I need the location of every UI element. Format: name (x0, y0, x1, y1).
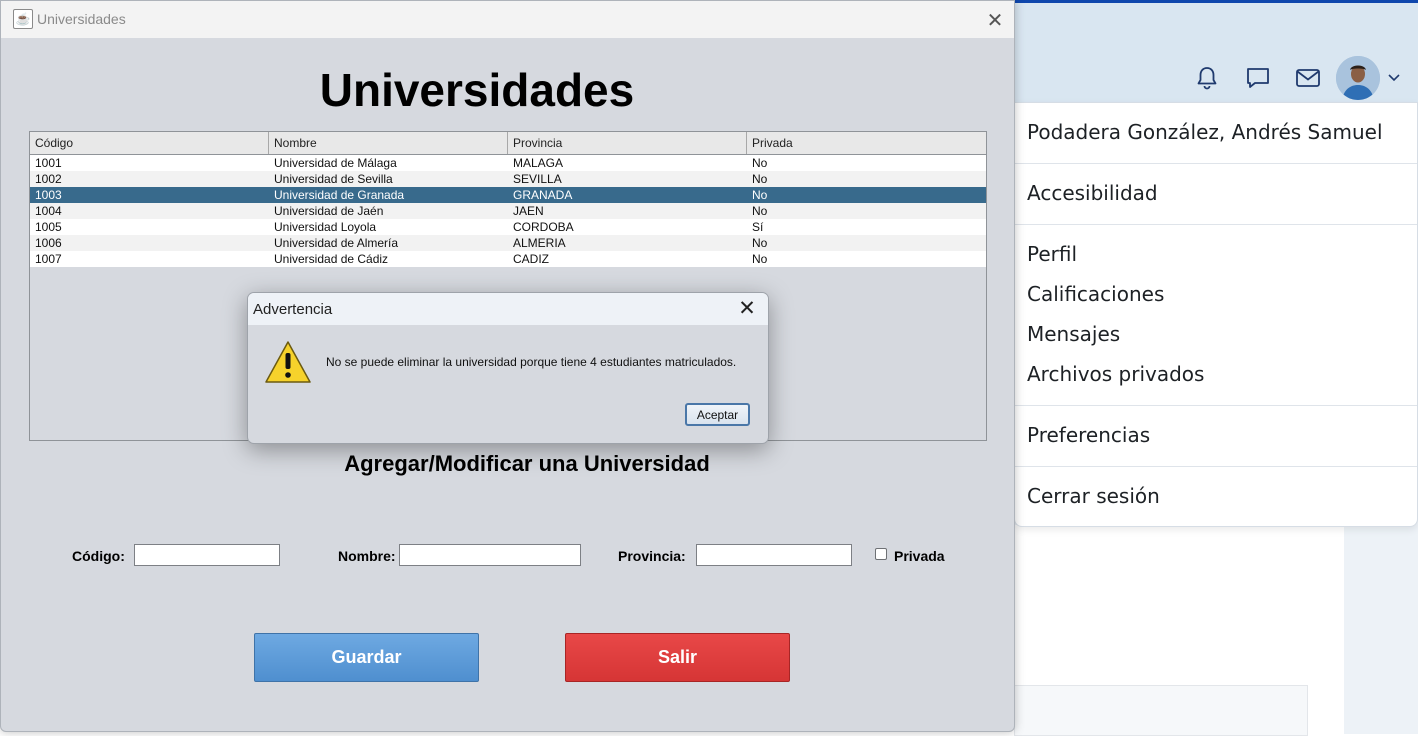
chat-icon[interactable] (1243, 63, 1273, 93)
warning-icon (264, 340, 312, 389)
cell-provincia: GRANADA (513, 188, 573, 202)
mail-icon[interactable] (1293, 63, 1323, 93)
cell-nombre: Universidad de Sevilla (274, 172, 393, 186)
cell-nombre: Universidad de Málaga (274, 156, 397, 170)
page-title: Universidades (319, 64, 635, 116)
cell-codigo: 1005 (35, 220, 62, 234)
cell-privada: No (752, 172, 768, 186)
cell-codigo: 1007 (35, 252, 62, 266)
cell-codigo: 1001 (35, 156, 62, 170)
cell-provincia: CORDOBA (513, 220, 574, 234)
nombre-field[interactable] (399, 544, 581, 566)
codigo-field[interactable] (134, 544, 280, 566)
form-heading: Agregar/Modificar una Universidad (344, 451, 710, 476)
cell-privada: No (752, 188, 768, 202)
menu-divider (1015, 224, 1417, 225)
column-header-provincia[interactable]: Provincia (508, 132, 747, 154)
warning-dialog: Advertencia ✕ No se puede eliminar la un… (247, 292, 769, 444)
provincia-label: Provincia: (618, 548, 686, 564)
cell-codigo: 1002 (35, 172, 62, 186)
menu-item-perfil[interactable]: Perfil (1027, 242, 1077, 266)
dialog-title: Advertencia (253, 301, 333, 318)
cell-provincia: JAEN (513, 204, 544, 218)
cell-privada: No (752, 156, 768, 170)
privada-checkbox[interactable] (875, 548, 887, 560)
menu-item-cerrar-sesion[interactable]: Cerrar sesión (1027, 484, 1160, 508)
table-header: Código Nombre Provincia Privada (30, 132, 986, 155)
cell-privada: No (752, 252, 768, 266)
table-row[interactable]: 1007 Universidad de Cádiz CADIZ No (30, 251, 986, 267)
provincia-field[interactable] (696, 544, 852, 566)
cell-nombre: Universidad de Jaén (274, 204, 384, 218)
menu-item-mensajes[interactable]: Mensajes (1027, 322, 1120, 346)
column-header-privada[interactable]: Privada (747, 132, 986, 154)
cell-nombre: Universidad de Granada (274, 188, 405, 202)
cell-provincia: MALAGA (513, 156, 564, 170)
user-menu-name: Podadera González, Andrés Samuel (1027, 120, 1383, 144)
close-icon[interactable]: ✕ (736, 296, 758, 321)
table-row-selected[interactable]: 1003 Universidad de Granada GRANADA No (30, 187, 986, 203)
menu-divider (1015, 466, 1417, 467)
cell-privada: No (752, 204, 768, 218)
table-body: 1001 Universidad de Málaga MALAGA No 100… (30, 155, 986, 267)
dialog-titlebar[interactable]: Advertencia ✕ (248, 293, 768, 325)
cell-codigo: 1006 (35, 236, 62, 250)
menu-item-calificaciones[interactable]: Calificaciones (1027, 282, 1164, 306)
save-button[interactable]: Guardar (254, 633, 479, 682)
cell-codigo: 1004 (35, 204, 62, 218)
menu-item-accesibilidad[interactable]: Accesibilidad (1027, 181, 1158, 205)
cell-codigo: 1003 (35, 188, 62, 202)
column-header-nombre[interactable]: Nombre (269, 132, 508, 154)
menu-item-preferencias[interactable]: Preferencias (1027, 423, 1150, 447)
menu-divider (1015, 163, 1417, 164)
window-titlebar[interactable]: ☕ Universidades ✕ (1, 1, 1014, 38)
bell-icon[interactable] (1192, 63, 1222, 93)
user-menu: Podadera González, Andrés Samuel Accesib… (1014, 102, 1418, 527)
table-row[interactable]: 1005 Universidad Loyola CORDOBA Sí (30, 219, 986, 235)
content-card-inner (1014, 685, 1308, 736)
table-row[interactable]: 1002 Universidad de Sevilla SEVILLA No (30, 171, 986, 187)
cell-nombre: Universidad de Almería (274, 236, 399, 250)
nombre-label: Nombre: (338, 548, 396, 564)
window-title: Universidades (37, 11, 126, 27)
menu-item-archivos-privados[interactable]: Archivos privados (1027, 362, 1204, 386)
cell-provincia: CADIZ (513, 252, 549, 266)
cell-provincia: SEVILLA (513, 172, 562, 186)
java-icon: ☕ (13, 9, 33, 29)
codigo-label: Código: (72, 548, 125, 564)
ok-button[interactable]: Aceptar (685, 403, 750, 426)
chevron-down-icon[interactable] (1387, 70, 1401, 88)
cell-nombre: Universidad de Cádiz (274, 252, 389, 266)
cell-nombre: Universidad Loyola (274, 220, 377, 234)
dialog-message: No se puede eliminar la universidad porq… (326, 355, 737, 369)
privada-label[interactable]: Privada (894, 548, 945, 564)
exit-button[interactable]: Salir (565, 633, 790, 682)
column-header-codigo[interactable]: Código (30, 132, 269, 154)
table-row[interactable]: 1004 Universidad de Jaén JAEN No (30, 203, 986, 219)
cell-privada: Sí (752, 220, 764, 234)
close-icon[interactable]: ✕ (984, 8, 1006, 33)
user-avatar[interactable] (1336, 56, 1380, 100)
table-row[interactable]: 1001 Universidad de Málaga MALAGA No (30, 155, 986, 171)
cell-privada: No (752, 236, 768, 250)
table-row[interactable]: 1006 Universidad de Almería ALMERIA No (30, 235, 986, 251)
cell-provincia: ALMERIA (513, 236, 566, 250)
menu-divider (1015, 405, 1417, 406)
